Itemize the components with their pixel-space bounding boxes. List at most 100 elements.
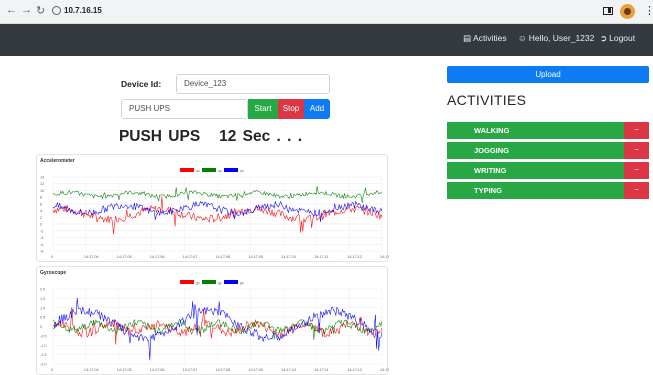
- accelerometer-chart-card: ax ay az 14 12 10 8 6 4 2 0 -2 -4 -6 -8 0 14:17:04 14:17:…: [36, 154, 389, 262]
- x-tick-label: 14:17:07: [183, 368, 198, 372]
- recording-status: PUSH UPS 12 Sec . . .: [118, 128, 303, 145]
- nav-user[interactable]: ☺ Hello, User_1232: [518, 33, 594, 43]
- x-tick-label: 14:17:04: [84, 255, 99, 259]
- start-button[interactable]: Start: [248, 99, 278, 119]
- profile-avatar-icon[interactable]: [620, 4, 635, 19]
- x-tick-label: 14:17:09: [248, 255, 263, 259]
- activity-row: JOGGING −: [447, 142, 649, 159]
- reload-icon[interactable]: ↻: [36, 4, 45, 17]
- cast-icon[interactable]: [603, 7, 613, 15]
- y-tick-label: 14: [40, 176, 44, 180]
- accelerometer-chart: ax ay az 14 12 10 8 6 4 2 0 -2 -4 -6 -8 0 14:17:04 14:17:…: [40, 168, 389, 259]
- delete-activity-button[interactable]: −: [624, 182, 649, 199]
- x-tick-label: 14:17:12: [347, 255, 362, 259]
- y-tick-label: -0.5: [40, 334, 47, 338]
- x-tick-label: 14:17:05: [117, 368, 132, 372]
- y-tick-label: -2.0: [40, 363, 47, 367]
- x-tick-label: 14:17:06: [150, 255, 165, 259]
- x-tick-label: 14:17:08: [216, 368, 231, 372]
- x-tick-label: 0: [51, 255, 53, 259]
- device-id-label: Device Id:: [121, 79, 162, 89]
- legend-swatch: [224, 280, 238, 284]
- activity-row: TYPING −: [447, 182, 649, 199]
- x-tick-label: 14:17:: [380, 368, 389, 372]
- activity-item-jogging[interactable]: JOGGING: [447, 142, 624, 159]
- y-tick-label: 2: [40, 216, 42, 220]
- activity-row: WRITING −: [447, 162, 649, 179]
- y-tick-label: 1.0: [40, 306, 45, 310]
- address-bar[interactable]: 10.7.16.15: [64, 6, 102, 15]
- delete-activity-button[interactable]: −: [624, 142, 649, 159]
- y-tick-label: 0.5: [40, 316, 45, 320]
- x-tick-label: 14:17:09: [248, 368, 263, 372]
- browser-toolbar: ← → ↻ 10.7.16.15 ⋮: [0, 0, 653, 24]
- legend-swatch: [180, 168, 194, 172]
- app-navbar: ▤ Activities ☺ Hello, User_1232 ➲ Logout: [0, 24, 653, 56]
- legend-swatch: [224, 168, 238, 172]
- activity-item-typing[interactable]: TYPING: [447, 182, 624, 199]
- legend-label: gx: [196, 281, 200, 285]
- y-tick-label: 8: [40, 196, 42, 200]
- y-tick-label: -6: [40, 243, 43, 247]
- add-button[interactable]: Add: [304, 99, 330, 119]
- y-tick-label: 12: [40, 182, 44, 186]
- gyroscope-chart: gx gy gz 2.0 1.5 1.0 0.5 0 -0.5 -1.0 -1.5 -2.0 0 14:1…: [40, 280, 389, 372]
- forward-icon[interactable]: →: [21, 4, 32, 16]
- list-icon: ▤: [463, 33, 472, 43]
- activity-item-walking[interactable]: WALKING: [447, 122, 624, 139]
- delete-activity-button[interactable]: −: [624, 122, 649, 139]
- x-tick-label: 14:17:08: [216, 255, 231, 259]
- y-tick-label: 4: [40, 209, 42, 213]
- x-tick-label: 14:17:: [380, 255, 389, 259]
- delete-activity-button[interactable]: −: [624, 162, 649, 179]
- y-tick-label: -1.0: [40, 344, 47, 348]
- logout-icon: ➲: [600, 33, 608, 43]
- y-tick-label: -8: [40, 250, 43, 254]
- stop-button[interactable]: Stop: [278, 99, 304, 119]
- y-tick-label: 10: [40, 189, 44, 193]
- y-tick-label: 6: [40, 202, 42, 206]
- legend-label: gz: [240, 281, 244, 285]
- x-tick-label: 14:17:06: [150, 368, 165, 372]
- accelerometer-chart-title: Accelerometer: [40, 158, 75, 164]
- nav-logout-label: Logout: [609, 33, 636, 43]
- x-tick-label: 14:17:10: [281, 368, 296, 372]
- y-tick-label: -1.5: [40, 353, 47, 357]
- gyroscope-chart-title: Gyroscope: [40, 270, 67, 276]
- x-tick-label: 14:17:10: [281, 255, 296, 259]
- x-tick-label: 14:17:05: [117, 255, 132, 259]
- legend-label: az: [240, 169, 244, 173]
- browser-menu-icon[interactable]: ⋮: [644, 5, 653, 17]
- legend-label: gy: [218, 281, 222, 285]
- y-tick-label: 0: [40, 325, 42, 329]
- activity-input[interactable]: PUSH UPS: [121, 99, 248, 119]
- nav-activities-label: Activities: [473, 33, 507, 43]
- upload-button[interactable]: Upload: [447, 66, 649, 83]
- x-tick-label: 14:17:07: [183, 255, 198, 259]
- y-tick-label: 1.5: [40, 297, 45, 301]
- legend-label: ay: [218, 169, 222, 173]
- user-circle-icon: ☺: [518, 33, 527, 43]
- x-tick-label: 14:17:12: [347, 368, 362, 372]
- nav-logout[interactable]: ➲ Logout: [600, 33, 635, 44]
- device-id-input[interactable]: Device_123: [176, 74, 330, 94]
- y-tick-label: 2.0: [40, 288, 45, 292]
- x-tick-label: 0: [51, 368, 53, 372]
- nav-activities[interactable]: ▤ Activities: [463, 33, 507, 44]
- x-tick-label: 14:17:11: [314, 255, 329, 259]
- site-info-icon[interactable]: [52, 6, 61, 15]
- x-tick-label: 14:17:04: [84, 368, 99, 372]
- nav-user-greeting: Hello, User_1232: [528, 33, 595, 43]
- legend-swatch: [202, 168, 216, 172]
- y-tick-label: -4: [40, 236, 43, 240]
- activity-item-writing[interactable]: WRITING: [447, 162, 624, 179]
- y-tick-label: -2: [40, 229, 43, 233]
- legend-swatch: [180, 280, 194, 284]
- activity-row: WALKING −: [447, 122, 649, 139]
- legend-swatch: [202, 280, 216, 284]
- x-tick-label: 14:17:11: [314, 368, 329, 372]
- gyroscope-chart-card: gx gy gz 2.0 1.5 1.0 0.5 0 -0.5 -1.0 -1.5 -2.0 0 14:1…: [36, 266, 389, 375]
- legend-label: ax: [196, 169, 200, 173]
- back-icon[interactable]: ←: [6, 4, 17, 16]
- activities-title: ACTIVITIES: [447, 92, 527, 108]
